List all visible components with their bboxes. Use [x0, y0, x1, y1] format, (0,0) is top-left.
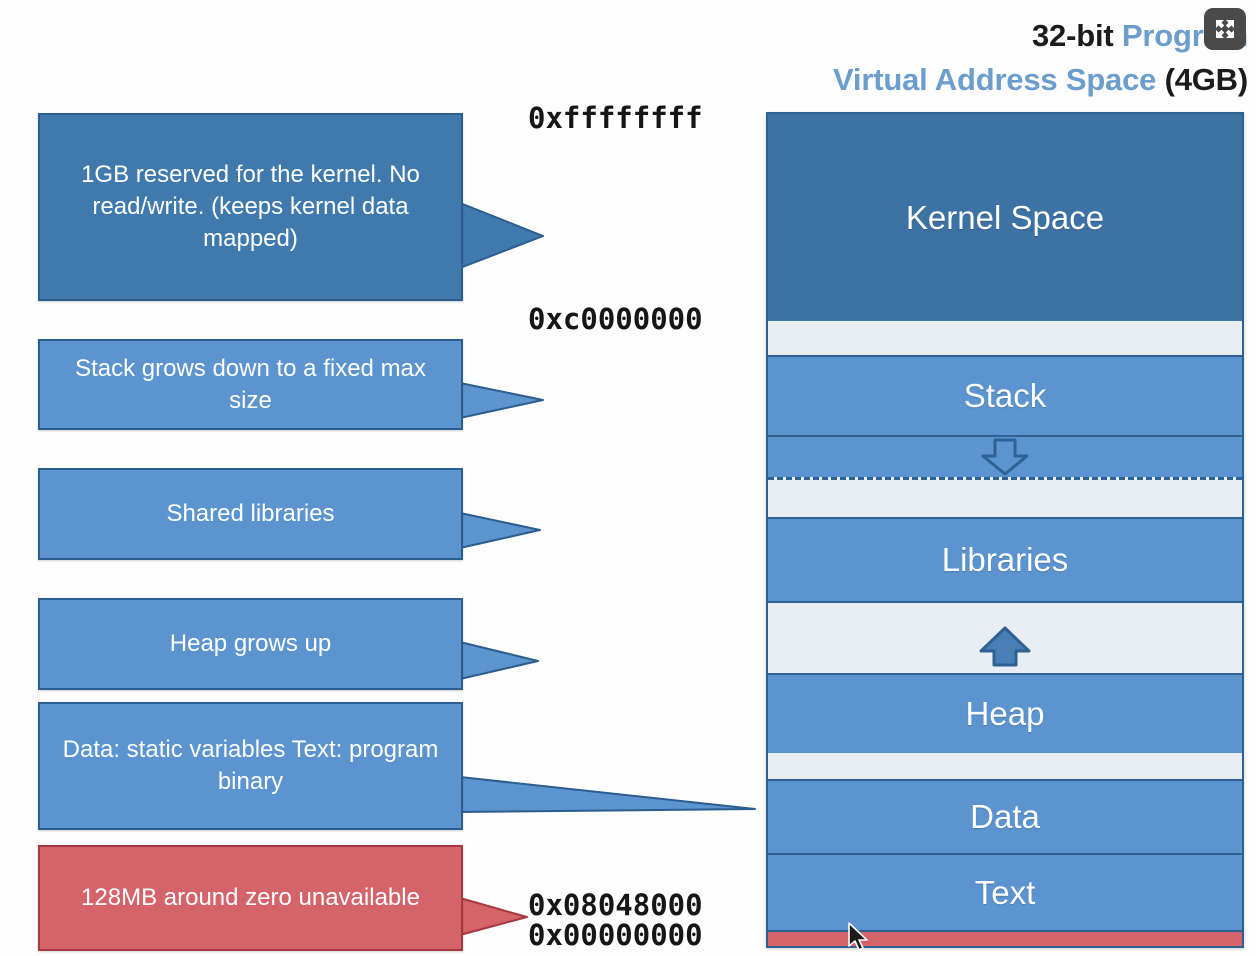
- tail-heap: [459, 641, 539, 680]
- tail-unavailable: [459, 897, 528, 936]
- diagram-canvas: 32-bit Program Virtual Address Space (4G…: [0, 0, 1256, 956]
- callout-stack-grows-down-label: Stack grows down to a fixed max size: [75, 354, 426, 414]
- callout-heap-grows-up: Heap grows up: [38, 598, 463, 690]
- callout-unavailable-label: 128MB around zero unavailable: [81, 884, 420, 912]
- tail-data-text: [459, 776, 756, 813]
- tail-kernel-reserved: [459, 202, 544, 269]
- tail-stack: [459, 382, 544, 419]
- callout-kernel-reserved: 1GB reserved for the kernel. No read/wri…: [38, 113, 463, 301]
- callout-heap-grows-up-label: Heap grows up: [169, 630, 332, 658]
- address-label-kernel-base: 0xc0000000: [528, 302, 703, 336]
- callout-kernel-reserved-label: 1GB reserved for the kernel. No read/wri…: [81, 161, 420, 252]
- address-label-top: 0xffffffff: [528, 101, 703, 135]
- callout-data-text-label: Data: static variables Text: program bin…: [62, 736, 439, 795]
- callout-unavailable: 128MB around zero unavailable: [38, 845, 463, 951]
- callout-shared-libraries-label: Shared libraries: [166, 500, 335, 528]
- address-label-text-base: 0x08048000: [528, 888, 703, 922]
- callout-data-text: Data: static variables Text: program bin…: [38, 702, 463, 830]
- address-label-zero: 0x00000000: [528, 918, 703, 952]
- callout-shared-libraries: Shared libraries: [38, 468, 463, 560]
- callout-stack-grows-down: Stack grows down to a fixed max size: [38, 339, 463, 430]
- tail-libraries: [459, 512, 541, 549]
